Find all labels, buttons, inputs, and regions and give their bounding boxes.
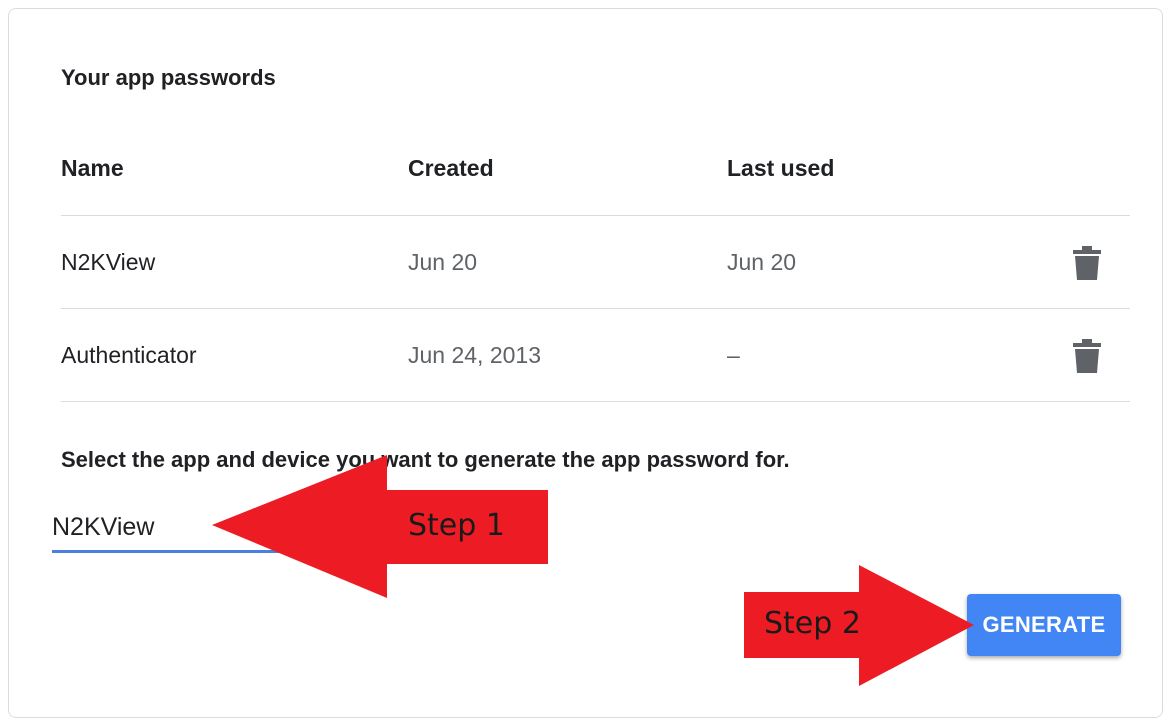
table-row: N2KView Jun 20 Jun 20 <box>61 216 1130 309</box>
step2-label: Step 2 <box>764 606 861 641</box>
trash-icon[interactable] <box>1073 246 1101 280</box>
table-row: Authenticator Jun 24, 2013 – <box>61 309 1130 402</box>
step1-label: Step 1 <box>408 508 505 543</box>
row-created: Jun 20 <box>408 249 478 275</box>
column-header-name: Name <box>61 155 124 181</box>
section-title: Your app passwords <box>61 65 276 90</box>
row-last-used: Jun 20 <box>727 249 797 275</box>
generate-button[interactable]: GENERATE <box>967 594 1121 656</box>
app-passwords-table: Name Created Last used N2KView Jun 20 Ju… <box>61 139 1130 402</box>
column-header-created: Created <box>408 155 494 181</box>
row-created: Jun 24, 2013 <box>408 342 542 368</box>
row-last-used: – <box>727 342 740 368</box>
table-header-row: Name Created Last used <box>61 139 1130 216</box>
trash-icon[interactable] <box>1073 339 1101 373</box>
row-name: N2KView <box>61 249 156 275</box>
row-name: Authenticator <box>61 342 197 368</box>
column-header-last-used: Last used <box>727 155 835 181</box>
